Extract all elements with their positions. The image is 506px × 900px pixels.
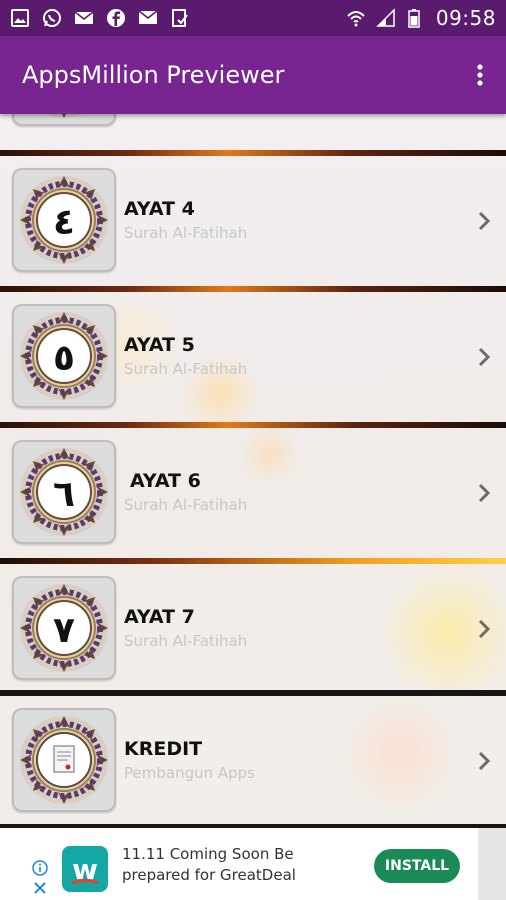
list-item-kredit[interactable]: KREDIT Pembangun Apps	[0, 696, 506, 826]
ad-edge	[478, 828, 506, 900]
item-subtitle: Surah Al-Fatihah	[124, 224, 248, 242]
item-icon-tile: ٧	[12, 576, 116, 680]
document-icon	[18, 714, 110, 806]
status-bar: 09:58	[0, 0, 506, 36]
ornament-icon: ٧	[18, 582, 110, 674]
wifi-icon	[346, 8, 366, 28]
overflow-menu-button[interactable]	[468, 55, 492, 95]
list-item-ayat-4[interactable]: ٤ AYAT 4 Surah Al-Fatihah	[0, 156, 506, 286]
list-item-ayat-7[interactable]: ٧ AYAT 7 Surah Al-Fatihah	[0, 564, 506, 694]
chevron-right-icon	[478, 619, 491, 639]
battery-icon	[406, 8, 426, 28]
item-icon-tile: ٥	[12, 304, 116, 408]
gallery-icon	[10, 8, 30, 28]
message-icon	[138, 8, 158, 28]
item-icon-tile	[12, 114, 116, 126]
svg-text:٤: ٤	[53, 202, 75, 243]
signal-icon	[376, 8, 396, 28]
download-icon	[170, 8, 190, 28]
notification-icons	[10, 8, 190, 28]
ornament-icon: ٤	[18, 174, 110, 266]
item-title: AYAT 6	[130, 470, 201, 492]
svg-text:٧: ٧	[53, 610, 75, 651]
chevron-right-icon	[478, 347, 491, 367]
item-title: AYAT 5	[124, 334, 195, 356]
ornament-icon: ٦	[18, 446, 110, 538]
list-item-partial[interactable]	[0, 114, 506, 152]
ayat-list[interactable]: ٤ AYAT 4 Surah Al-Fatihah ٥ AYAT 5 Surah…	[0, 114, 506, 828]
whatsapp-icon	[42, 8, 62, 28]
email-icon	[74, 8, 94, 28]
item-icon-tile: ٤	[12, 168, 116, 272]
clock: 09:58	[435, 6, 496, 30]
chevron-right-icon	[478, 211, 491, 231]
item-subtitle: Surah Al-Fatihah	[124, 496, 248, 514]
item-subtitle: Surah Al-Fatihah	[124, 632, 248, 650]
app-bar: AppsMillion Previewer	[0, 36, 506, 114]
install-button[interactable]: INSTALL	[374, 849, 460, 883]
svg-text:٦: ٦	[53, 474, 75, 515]
ad-text: 11.11 Coming Soon Be prepared for GreatD…	[122, 845, 296, 884]
item-title: KREDIT	[124, 738, 203, 760]
ad-logo: w	[62, 846, 108, 892]
ornament-icon	[18, 114, 110, 120]
list-item-ayat-5[interactable]: ٥ AYAT 5 Surah Al-Fatihah	[0, 292, 506, 422]
ad-close-icon[interactable]	[32, 880, 48, 896]
more-vert-icon	[477, 64, 483, 86]
ad-banner[interactable]: w 11.11 Coming Soon Be prepared for Grea…	[0, 828, 506, 900]
ad-info-icon[interactable]	[32, 860, 48, 876]
watsons-logo-icon: w	[71, 853, 99, 886]
item-title: AYAT 7	[124, 606, 195, 628]
system-icons: 09:58	[346, 6, 496, 30]
app-title: AppsMillion Previewer	[22, 61, 285, 89]
item-icon-tile: ٦	[12, 440, 116, 544]
ornament-icon: ٥	[18, 310, 110, 402]
item-subtitle: Pembangun Apps	[124, 764, 255, 782]
chevron-right-icon	[478, 751, 491, 771]
item-title: AYAT 4	[124, 198, 195, 220]
list-item-ayat-6[interactable]: ٦ AYAT 6 Surah Al-Fatihah	[0, 428, 506, 558]
svg-text:٥: ٥	[53, 338, 75, 379]
chevron-right-icon	[478, 483, 491, 503]
item-subtitle: Surah Al-Fatihah	[124, 360, 248, 378]
item-icon-tile	[12, 708, 116, 812]
facebook-icon	[106, 8, 126, 28]
